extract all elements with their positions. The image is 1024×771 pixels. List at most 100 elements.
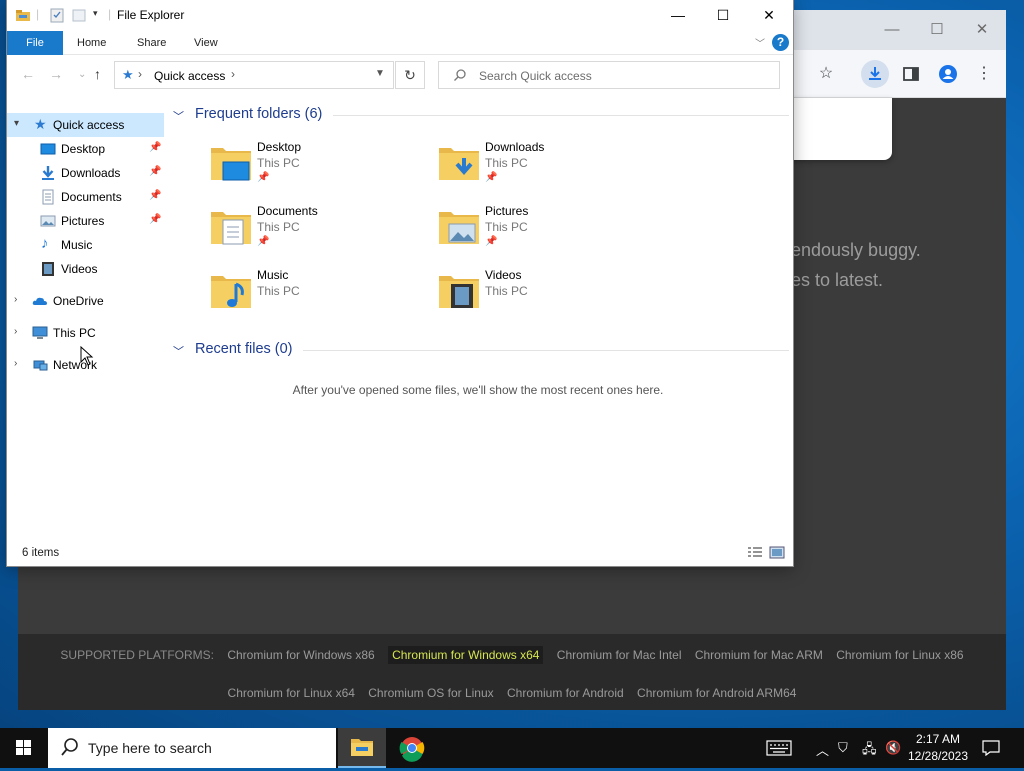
side-panel-icon[interactable] (897, 60, 925, 88)
music-note-icon: ♪ (41, 235, 49, 252)
taskbar-search-input[interactable]: Type here to search (48, 728, 336, 768)
folder-tile-videos[interactable]: Videos This PC (437, 266, 657, 322)
folder-tile-desktop[interactable]: Desktop This PC 📌 (209, 138, 429, 194)
nav-item-pictures[interactable]: Pictures 📌 (7, 209, 164, 233)
new-folder-icon[interactable] (71, 7, 87, 23)
expand-chevron-icon[interactable]: › (14, 294, 17, 305)
search-placeholder: Search Quick access (479, 69, 592, 83)
address-bar[interactable]: ★ › Quick access › ▼ (114, 61, 394, 89)
nav-item-downloads[interactable]: Downloads 📌 (7, 161, 164, 185)
tab-share[interactable]: Share (125, 31, 178, 55)
breadcrumb-location[interactable]: Quick access (154, 69, 225, 83)
chrome-minimize-icon[interactable]: — (872, 18, 912, 42)
forward-arrow-icon[interactable]: → (49, 66, 63, 82)
tab-view[interactable]: View (182, 31, 230, 55)
nav-item-videos[interactable]: Videos (7, 257, 164, 281)
platform-link[interactable]: Chromium OS for Linux (368, 686, 493, 700)
chrome-menu-icon[interactable]: ⋮ (970, 60, 998, 88)
pictures-icon (40, 215, 56, 227)
close-icon[interactable]: ✕ (746, 0, 792, 30)
folder-tile-music[interactable]: Music This PC (209, 266, 429, 322)
quick-access-star-icon: ★ (122, 67, 134, 82)
help-icon[interactable]: ? (772, 34, 789, 51)
taskbar-file-explorer[interactable] (338, 728, 386, 768)
platform-link[interactable]: Chromium for Linux x64 (228, 686, 355, 700)
maximize-icon[interactable]: ☐ (700, 0, 746, 30)
chrome-close-icon[interactable]: ✕ (962, 18, 1002, 42)
chrome-maximize-icon[interactable]: ☐ (917, 18, 957, 42)
collapse-chevron-icon[interactable]: ▾ (14, 118, 19, 129)
network-status-icon[interactable]: 🖧 (862, 740, 877, 762)
bookmark-star-icon[interactable]: ☆ (812, 60, 840, 88)
platform-link[interactable]: Chromium for Linux x86 (836, 648, 963, 662)
nav-item-documents[interactable]: Documents 📌 (7, 185, 164, 209)
nav-label: Documents (61, 190, 122, 204)
profile-avatar-icon (939, 65, 957, 83)
refresh-icon[interactable]: ↻ (395, 61, 425, 89)
platforms-row-1: SUPPORTED PLATFORMS: Chromium for Window… (18, 646, 1006, 664)
explorer-titlebar[interactable]: | ▾ | File Explorer — ☐ ✕ (7, 0, 793, 31)
breadcrumb-chevron-icon[interactable]: › (138, 67, 142, 81)
folder-location: This PC (257, 220, 300, 234)
platforms-label: SUPPORTED PLATFORMS: (60, 648, 214, 662)
nav-item-desktop[interactable]: Desktop 📌 (7, 137, 164, 161)
show-hidden-icons-chevron-icon[interactable]: ︿ (816, 740, 829, 759)
platform-link[interactable]: Chromium for Android (507, 686, 624, 700)
recent-locations-icon[interactable]: ⌄ (78, 69, 86, 80)
folder-tile-downloads[interactable]: Downloads This PC 📌 (437, 138, 657, 194)
folder-location: This PC (257, 156, 300, 170)
expand-chevron-icon[interactable]: › (14, 358, 17, 369)
expand-chevron-icon[interactable]: › (14, 326, 17, 337)
volume-muted-icon[interactable]: 🔇 (885, 740, 901, 756)
folder-location: This PC (257, 284, 300, 298)
clock-time[interactable]: 2:17 AM (904, 732, 972, 746)
qat-separator: | (36, 7, 40, 21)
nav-label: OneDrive (53, 294, 104, 308)
platforms-row-2: Chromium for Linux x64 Chromium OS for L… (18, 686, 1006, 700)
security-alert-icon[interactable]: ⛉ (838, 740, 848, 756)
platform-link[interactable]: Chromium for Windows x86 (227, 648, 374, 662)
nav-item-onedrive[interactable]: › OneDrive (7, 289, 164, 313)
keyboard-icon[interactable] (766, 740, 792, 756)
qat-dropdown-icon[interactable]: ▾ (93, 8, 98, 19)
collapse-chevron-icon[interactable]: ﹀ (173, 343, 184, 359)
download-icon[interactable] (861, 60, 889, 88)
nav-label: Pictures (61, 214, 105, 228)
back-arrow-icon[interactable]: ← (21, 66, 35, 82)
search-input[interactable]: Search Quick access (438, 61, 780, 89)
start-button[interactable] (0, 728, 48, 768)
up-arrow-icon[interactable]: ↑ (94, 66, 101, 82)
properties-icon[interactable] (49, 7, 65, 23)
navigation-pane: ▾ ★ Quick access Desktop 📌 Downloads 📌 D… (7, 108, 167, 538)
breadcrumb-chevron-icon[interactable]: › (231, 67, 235, 81)
frequent-folders-header[interactable]: ﹀ Frequent folders (6) (173, 106, 789, 126)
large-icons-view-icon[interactable] (769, 546, 785, 559)
clock-date[interactable]: 12/28/2023 (904, 749, 972, 763)
platform-link[interactable]: Chromium for Mac Intel (557, 648, 682, 662)
minimize-icon[interactable]: — (655, 0, 701, 30)
tab-file[interactable]: File (7, 31, 63, 55)
nav-item-quick-access[interactable]: ▾ ★ Quick access (7, 113, 164, 137)
nav-item-music[interactable]: ♪ Music (7, 233, 164, 257)
collapse-chevron-icon[interactable]: ﹀ (173, 108, 184, 124)
tab-home[interactable]: Home (65, 31, 118, 55)
nav-item-this-pc[interactable]: › This PC (7, 321, 164, 345)
ribbon-expand-icon[interactable]: ﹀ (755, 35, 765, 50)
mouse-cursor-icon (80, 346, 94, 366)
page-text-line: es to latest. (791, 270, 884, 290)
platform-link[interactable]: Chromium for Android ARM64 (637, 686, 796, 700)
documents-icon (42, 189, 54, 205)
taskbar-search-placeholder: Type here to search (88, 740, 212, 756)
pictures-folder-icon (439, 212, 479, 244)
platform-link[interactable]: Chromium for Mac ARM (695, 648, 823, 662)
folder-tile-pictures[interactable]: Pictures This PC 📌 (437, 202, 657, 258)
recent-files-header[interactable]: ﹀ Recent files (0) (173, 341, 789, 361)
profile-icon[interactable] (934, 60, 962, 88)
folder-tile-documents[interactable]: Documents This PC 📌 (209, 202, 429, 258)
taskbar-chrome[interactable] (388, 728, 436, 768)
platform-link-selected[interactable]: Chromium for Windows x64 (388, 646, 544, 664)
platforms-footer: SUPPORTED PLATFORMS: Chromium for Window… (18, 634, 1006, 710)
address-dropdown-icon[interactable]: ▼ (375, 68, 385, 79)
details-view-icon[interactable] (747, 546, 763, 559)
notifications-icon[interactable] (982, 740, 1000, 756)
